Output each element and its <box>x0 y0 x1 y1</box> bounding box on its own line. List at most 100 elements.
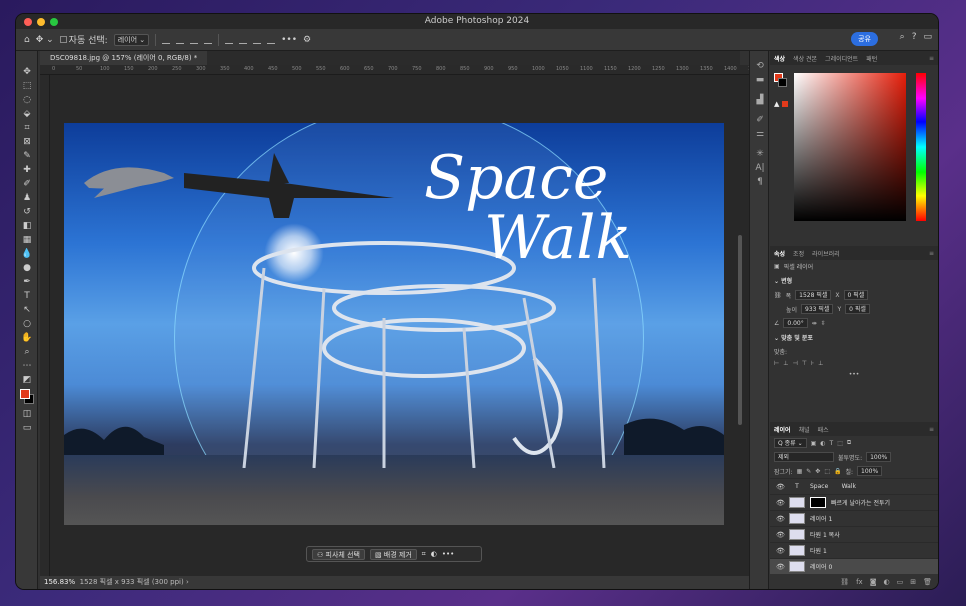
height-field[interactable]: 933 픽셀 <box>801 304 834 314</box>
flip-horizontal-icon[interactable]: ⇹ <box>812 320 817 327</box>
lock-all-icon[interactable]: 🔒 <box>834 468 841 475</box>
x-field[interactable]: 0 픽셀 <box>843 290 869 300</box>
layer-row[interactable]: 👁 타원 1 복사 <box>770 526 938 542</box>
close-window-button[interactable] <box>24 18 32 26</box>
lasso-tool-icon[interactable]: ◌ <box>16 93 38 107</box>
panel-menu-icon[interactable]: ≡ <box>929 426 934 433</box>
align-center-icon[interactable] <box>176 36 185 44</box>
tab-adjustments[interactable]: 조정 <box>793 249 804 258</box>
gradient-tool-icon[interactable]: ▦ <box>16 233 38 247</box>
history-brush-icon[interactable]: ↺ <box>16 205 38 219</box>
quick-mask-icon[interactable]: ◫ <box>16 407 38 421</box>
type-tool-icon[interactable]: T <box>16 289 38 303</box>
zoom-level[interactable]: 156.83% <box>44 578 75 586</box>
panel-background-swatch[interactable] <box>778 78 787 87</box>
blend-mode-dropdown[interactable]: 제외 <box>774 452 834 462</box>
color-swatches[interactable] <box>16 387 38 407</box>
document-image[interactable]: Space Walk <box>64 123 724 525</box>
filter-pixel-icon[interactable]: ▣ <box>811 440 817 447</box>
frame-tool-icon[interactable]: ⊠ <box>16 135 38 149</box>
document-tab[interactable]: DSC09818.jpg @ 157% (레이어 0, RGB/8) * <box>40 51 208 65</box>
marquee-tool-icon[interactable]: ⬚ <box>16 79 38 93</box>
history-panel-icon[interactable]: ⟲ <box>750 59 770 73</box>
gear-icon[interactable]: ⚙ <box>303 35 311 45</box>
ctx-more-button[interactable]: ••• <box>442 550 454 558</box>
gamut-warning-icon[interactable]: ▲ <box>774 100 779 108</box>
properties-more-button[interactable]: ••• <box>770 369 938 380</box>
lock-pixels-icon[interactable]: ▦ <box>797 468 803 475</box>
new-layer-icon[interactable]: ⊞ <box>910 578 916 586</box>
link-layers-icon[interactable]: ⛓ <box>840 578 849 586</box>
layer-row[interactable]: 👁 빠르게 날아가는 전투기 <box>770 494 938 510</box>
layer-row[interactable]: 👁 T Space Walk <box>770 478 938 494</box>
blur-tool-icon[interactable]: 💧 <box>16 247 38 261</box>
workspace-icon[interactable]: ▭ <box>923 32 932 42</box>
adjustments-panel-icon[interactable]: ⚌ <box>750 127 770 141</box>
align-bottom-icon[interactable]: ⊥ <box>818 360 823 367</box>
align-left-icon[interactable]: ⊢ <box>774 360 779 367</box>
eye-icon[interactable]: 👁 <box>776 547 785 555</box>
object-select-tool-icon[interactable]: ⬙ <box>16 107 38 121</box>
healing-brush-icon[interactable]: ✚ <box>16 163 38 177</box>
glyph-panel-icon[interactable]: ✳ <box>750 147 770 161</box>
width-field[interactable]: 1528 픽셀 <box>795 290 832 300</box>
distribute-icon[interactable] <box>204 36 213 44</box>
layer-filter-dropdown[interactable]: Q 종류 ⌄ <box>774 438 807 448</box>
dodge-tool-icon[interactable]: ● <box>16 261 38 275</box>
align-middle-icon[interactable] <box>239 36 248 44</box>
home-icon[interactable]: ⌂ <box>24 35 30 45</box>
align-hcenter-icon[interactable]: ⊥ <box>783 360 788 367</box>
flip-vertical-icon[interactable]: ⇳ <box>821 320 826 327</box>
transform-header[interactable]: ⌄ 변형 <box>770 273 938 288</box>
eraser-tool-icon[interactable]: ◧ <box>16 219 38 233</box>
link-icon[interactable]: ⛓ <box>774 292 782 299</box>
filter-shape-icon[interactable]: ⬚ <box>837 440 843 447</box>
select-subject-button[interactable]: ⚇ 피사체 선택 <box>312 548 365 560</box>
align-right-icon[interactable] <box>190 36 199 44</box>
eye-icon[interactable]: 👁 <box>776 499 785 507</box>
tab-properties[interactable]: 속성 <box>774 249 785 258</box>
zoom-window-button[interactable] <box>50 18 58 26</box>
align-distribute-header[interactable]: ⌄ 맞춤 및 분포 <box>770 330 938 345</box>
layer-mask-thumbnail[interactable] <box>810 497 826 508</box>
help-icon[interactable]: ? <box>912 32 917 42</box>
pen-tool-icon[interactable]: ✒ <box>16 275 38 289</box>
filter-smart-icon[interactable]: ⧉ <box>847 439 851 447</box>
panel-menu-icon[interactable]: ≡ <box>929 250 934 257</box>
new-group-icon[interactable]: ▭ <box>897 578 904 586</box>
default-colors-icon[interactable]: ◩ <box>16 373 38 387</box>
tab-layers[interactable]: 레이어 <box>774 425 791 434</box>
y-field[interactable]: 0 픽셀 <box>845 304 870 314</box>
histogram-panel-icon[interactable]: ▟ <box>750 93 770 107</box>
eye-icon[interactable]: 👁 <box>776 531 785 539</box>
layer-row[interactable]: 👁 타원 1 <box>770 542 938 558</box>
move-tool-preset[interactable]: ✥ ⌄ <box>36 35 54 45</box>
tab-channels[interactable]: 채널 <box>799 425 810 434</box>
move-tool-icon[interactable]: ✥ <box>16 65 38 79</box>
align-right-icon[interactable]: ⊣ <box>792 360 797 367</box>
character-panel-icon[interactable]: A| <box>750 161 770 175</box>
more-tools-icon[interactable]: ⋯ <box>16 359 38 373</box>
remove-background-button[interactable]: ▧ 배경 제거 <box>369 548 417 560</box>
search-icon[interactable]: ⌕ <box>900 32 905 42</box>
tab-color[interactable]: 색상 <box>774 54 785 63</box>
share-button[interactable]: 공유 <box>851 32 878 46</box>
eye-icon[interactable]: 👁 <box>776 515 785 523</box>
minimize-window-button[interactable] <box>37 18 45 26</box>
path-select-icon[interactable]: ↖ <box>16 303 38 317</box>
paragraph-panel-icon[interactable]: ¶ <box>750 175 770 189</box>
shape-tool-icon[interactable]: ○ <box>16 317 38 331</box>
align-top-icon[interactable] <box>225 36 234 44</box>
lock-paint-icon[interactable]: ✎ <box>806 468 811 475</box>
color-picker-field[interactable] <box>794 73 906 221</box>
eyedropper-tool-icon[interactable]: ✎ <box>16 149 38 163</box>
auto-select-checkbox[interactable] <box>59 36 67 43</box>
add-mask-icon[interactable]: ◙ <box>870 578 877 586</box>
tab-libraries[interactable]: 라이브러리 <box>812 249 840 258</box>
trash-icon[interactable]: 🗑 <box>923 578 932 586</box>
fill-field[interactable]: 100% <box>857 466 883 476</box>
brush-tool-icon[interactable]: ✐ <box>16 177 38 191</box>
lock-position-icon[interactable]: ✥ <box>815 468 820 475</box>
distribute-vertical-icon[interactable] <box>267 36 276 44</box>
opacity-field[interactable]: 100% <box>866 452 892 462</box>
